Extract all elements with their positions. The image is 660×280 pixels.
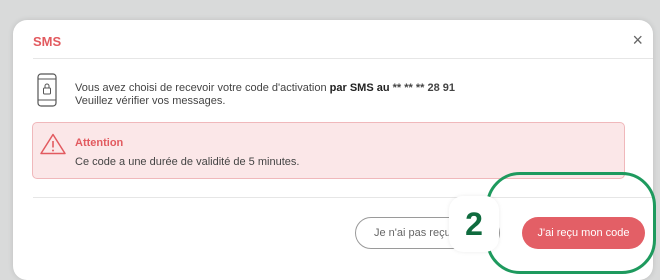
message-bold: par SMS au [329,82,390,94]
message-line-1: Vous avez choisi de recevoir votre code … [75,82,455,95]
message-line-2: Veuillez vérifier vos messages. [75,95,226,107]
header-divider [33,58,653,59]
annotation-highlight-ring [486,172,656,274]
alert-title: Attention [75,137,124,149]
alert-text: Ce code a une durée de validité de 5 min… [75,156,300,168]
attention-alert: Attention Ce code a une durée de validit… [32,122,625,179]
activation-message: Vous avez choisi de recevoir votre code … [75,82,455,108]
step-number-badge: 2 [449,196,499,252]
phone-lock-icon [37,73,57,112]
message-text: Vous avez choisi de recevoir votre code … [75,82,330,94]
close-icon[interactable]: × [632,31,643,49]
modal-title: SMS [33,34,62,49]
masked-phone-number: ** ** ** 28 91 [389,82,455,94]
warning-icon [40,133,66,160]
